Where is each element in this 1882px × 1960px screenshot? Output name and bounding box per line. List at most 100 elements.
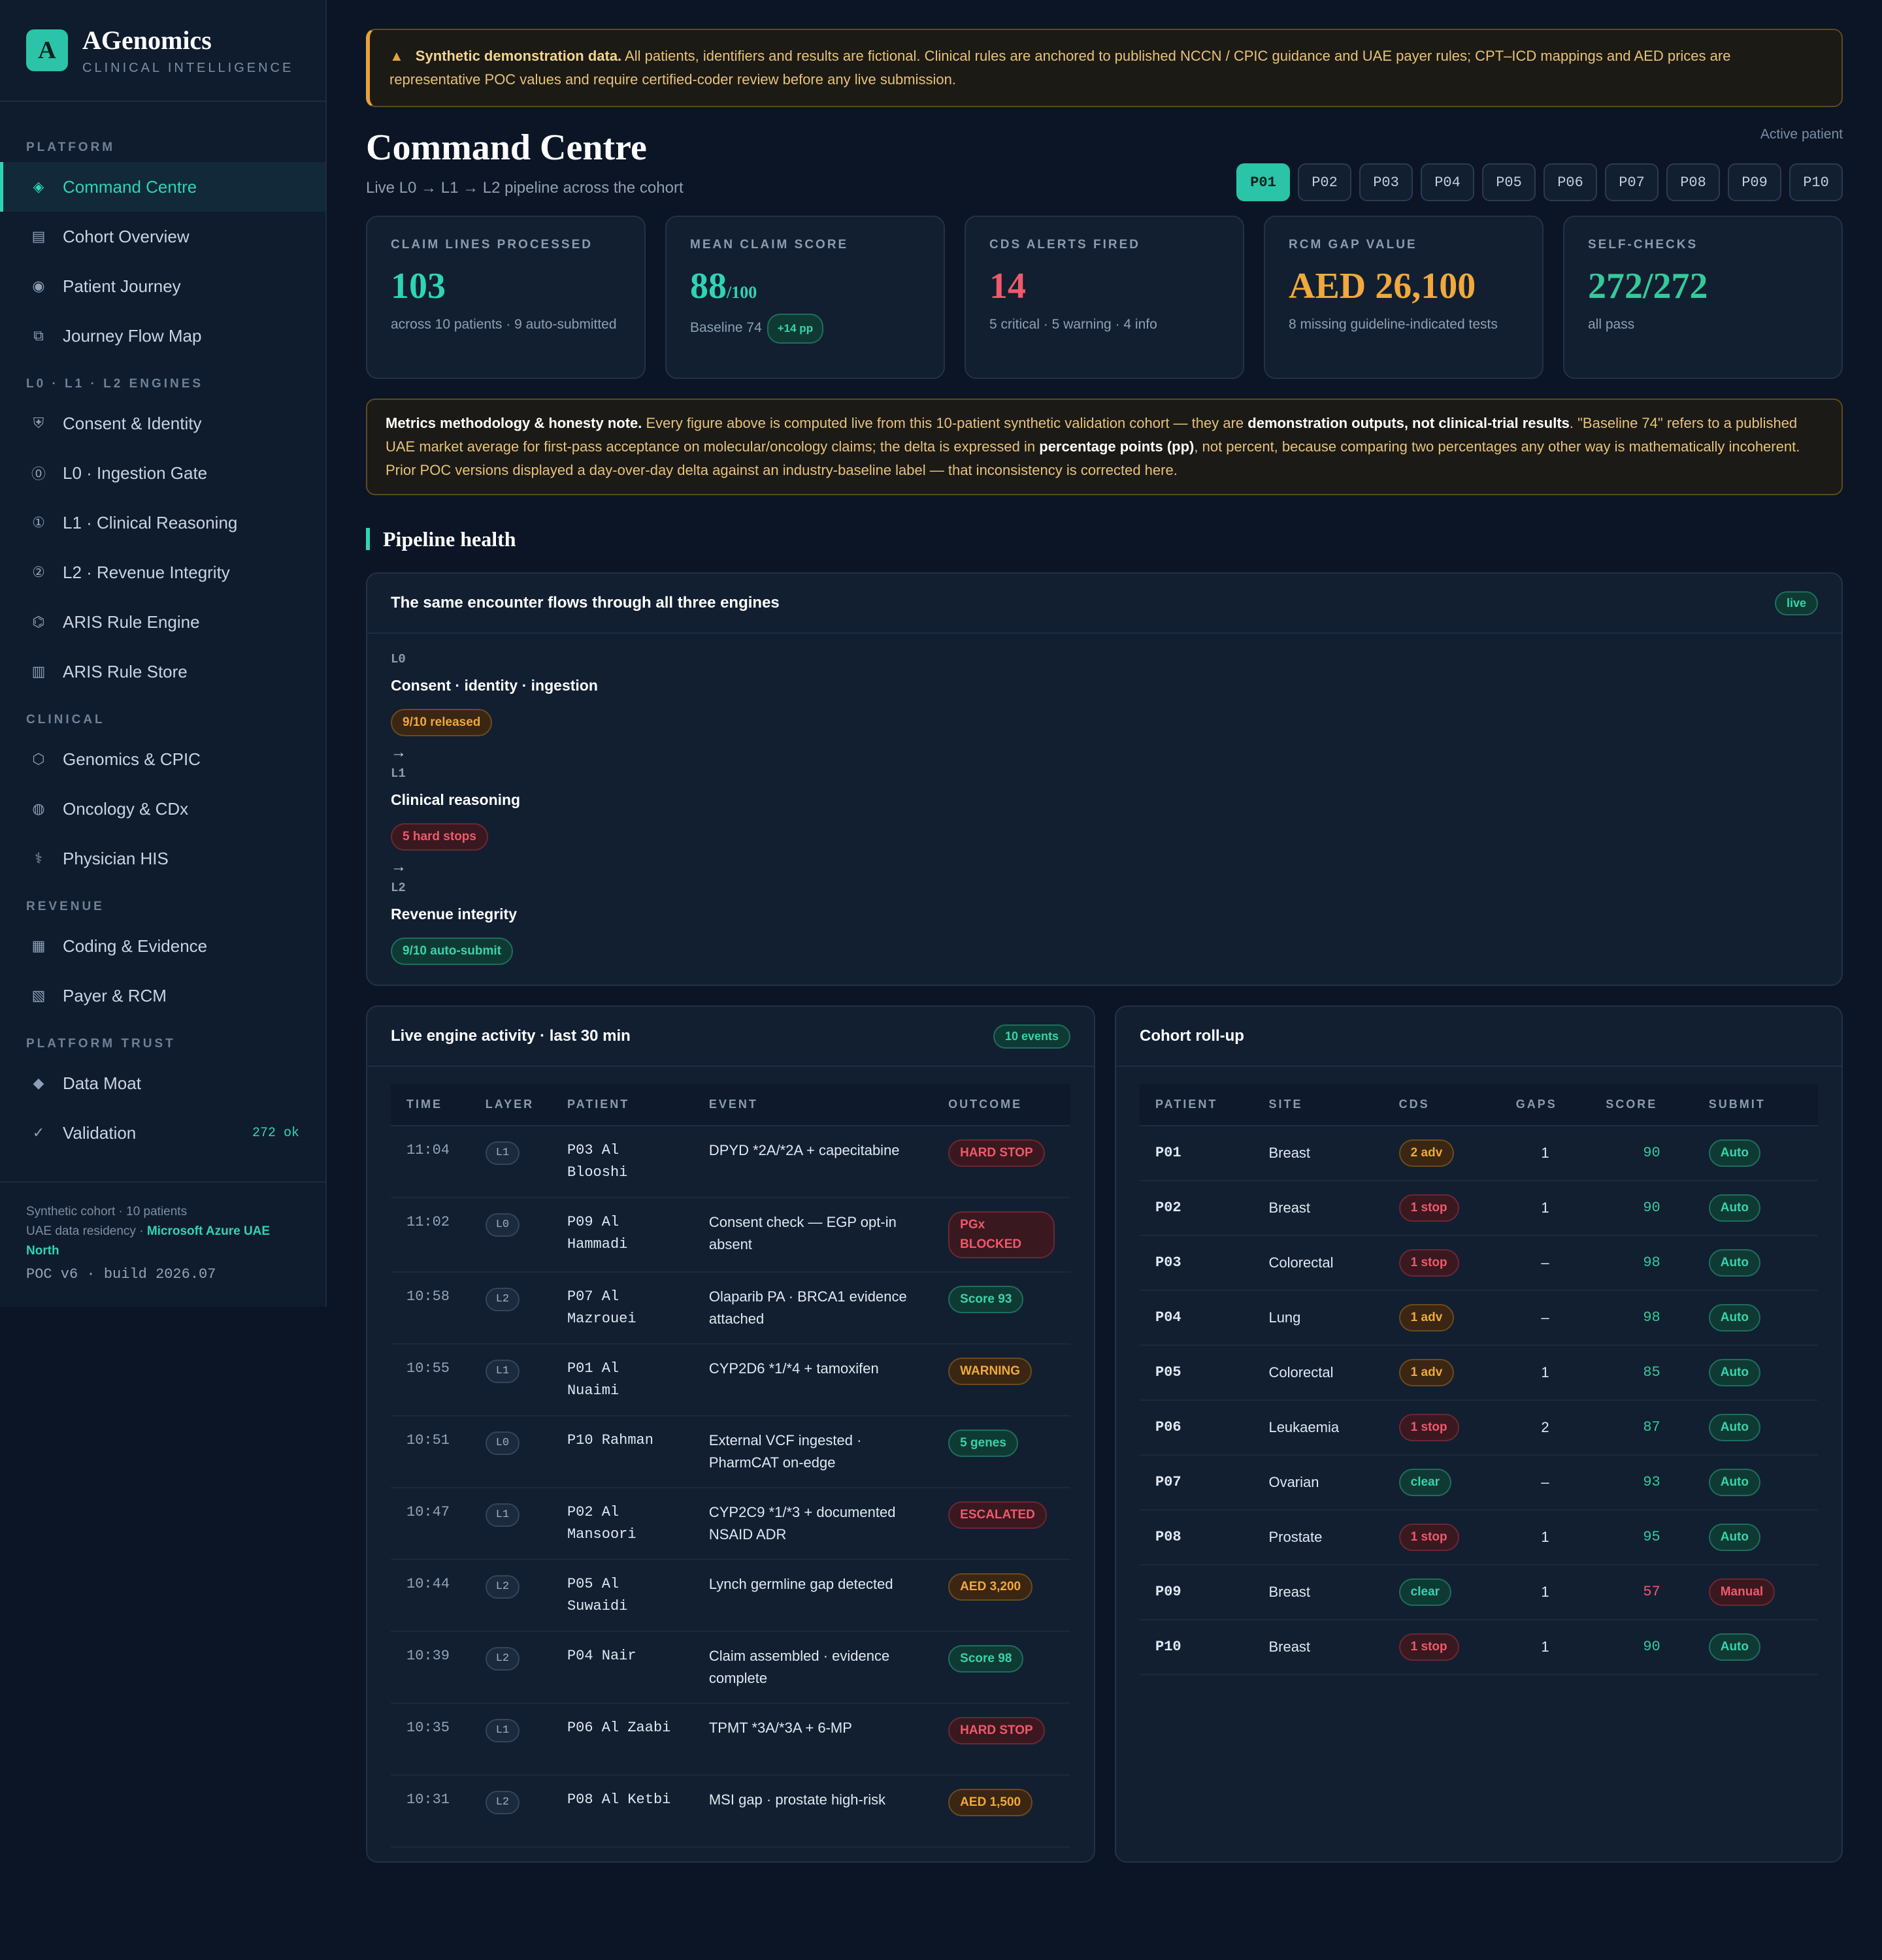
- sidebar-item-l1-clinical-reasoning[interactable]: ① L1 · Clinical Reasoning: [0, 498, 325, 547]
- rollup-site: Colorectal: [1253, 1235, 1383, 1291]
- outcome-badge: WARNING: [948, 1358, 1032, 1385]
- rollup-row-p06[interactable]: P06 Leukaemia 1 stop 2 87 Auto: [1140, 1400, 1818, 1456]
- kpi-value-suffix: /100: [727, 283, 757, 302]
- event-patient: P06 Al Zaabi: [551, 1703, 693, 1776]
- sidebar-item-patient-journey[interactable]: ◉ Patient Journey: [0, 261, 325, 311]
- methodology-note: Metrics methodology & honesty note. Ever…: [366, 399, 1843, 495]
- outcome-badge: Score 98: [948, 1645, 1024, 1673]
- rollup-row-p09[interactable]: P09 Breast clear 1 57 Manual: [1140, 1565, 1818, 1620]
- rollup-patient: P08: [1140, 1510, 1253, 1565]
- patient-pill-p08[interactable]: P08: [1666, 163, 1720, 201]
- sidebar-item-label: Cohort Overview: [63, 226, 190, 246]
- event-outcome-cell: AED 1,500: [933, 1775, 1070, 1848]
- sidebar-item-physician-his[interactable]: ⚕ Physician HIS: [0, 834, 325, 883]
- activity-row[interactable]: 10:51 L0 P10 Rahman External VCF ingested ·…: [391, 1416, 1070, 1488]
- patient-pill-p04[interactable]: P04: [1421, 163, 1474, 201]
- nav-section-l0-l1-l2-engines: L0 · L1 · L2 ENGINES: [26, 377, 204, 391]
- sidebar-item-command-centre[interactable]: ◈ Command Centre: [0, 162, 325, 212]
- rollup-score: 57: [1590, 1565, 1693, 1620]
- rollup-patient: P10: [1140, 1620, 1253, 1675]
- rollup-row-p02[interactable]: P02 Breast 1 stop 1 90 Auto: [1140, 1181, 1818, 1236]
- activity-row[interactable]: 11:02 L0 P09 Al Hammadi Consent check — EGP…: [391, 1198, 1070, 1273]
- rollup-cds-cell: 1 stop: [1383, 1235, 1500, 1291]
- activity-row[interactable]: 10:35 L1 P06 Al Zaabi TPMT *3A/*3A + 6-MP HA…: [391, 1703, 1070, 1776]
- rollup-row-p05[interactable]: P05 Colorectal 1 adv 1 85 Auto: [1140, 1345, 1818, 1401]
- patient-pill-p05[interactable]: P05: [1482, 163, 1536, 201]
- kpi-card-mean-claim-score: MEAN CLAIM SCORE 88/100 Baseline 74 +14 pp: [665, 216, 945, 379]
- rollup-gaps: 1: [1500, 1126, 1591, 1181]
- stage-name: Revenue integrity: [391, 906, 517, 923]
- activity-row[interactable]: 10:55 L1 P01 Al Nuaimi CYP2D6 *1/*4 + tamox…: [391, 1344, 1070, 1416]
- sidebar-item-label: L0 · Ingestion Gate: [63, 463, 208, 483]
- activity-row[interactable]: 10:47 L1 P02 Al Mansoori CYP2C9 *1/*3 + doc…: [391, 1488, 1070, 1560]
- activity-row[interactable]: 10:58 L2 P07 Al Mazrouei Olaparib PA · BRCA…: [391, 1272, 1070, 1345]
- kpi-note-text: 5 critical · 5 warning · 4 info: [989, 317, 1157, 332]
- rollup-score: 90: [1590, 1181, 1693, 1236]
- patient-pill-p09[interactable]: P09: [1728, 163, 1781, 201]
- patient-pill-p07[interactable]: P07: [1605, 163, 1659, 201]
- patient-selector: P01 P02 P03 P04 P05 P06 P07 P08 P09 P10: [1236, 163, 1843, 201]
- activity-card-header: Live engine activity · last 30 min 10 ev…: [367, 1007, 1094, 1067]
- event-outcome-cell: HARD STOP: [933, 1126, 1070, 1198]
- sidebar-item-aris-rule-engine[interactable]: ⌬ ARIS Rule Engine: [0, 597, 325, 647]
- sidebar-item-oncology-cdx[interactable]: ◍ Oncology & CDx: [0, 784, 325, 834]
- kpi-note: 8 missing guideline-indicated tests: [1289, 314, 1519, 336]
- outcome-badge: PGx BLOCKED: [948, 1211, 1055, 1258]
- rollup-score: 93: [1590, 1455, 1693, 1511]
- kpi-row: CLAIM LINES PROCESSED 103 across 10 patien…: [366, 216, 1843, 379]
- patient-pill-p02[interactable]: P02: [1298, 163, 1351, 201]
- sidebar-item-label: Coding & Evidence: [63, 936, 208, 956]
- submit-badge: Auto: [1708, 1249, 1760, 1277]
- rollup-row-p04[interactable]: P04 Lung 1 adv –98 Auto: [1140, 1290, 1818, 1346]
- sidebar-item-journey-flow-map[interactable]: ⧉ Journey Flow Map: [0, 311, 325, 361]
- sidebar-item-coding-evidence[interactable]: ▦ Coding & Evidence: [0, 921, 325, 971]
- event-time: 10:35: [391, 1703, 470, 1776]
- rollup-row-p03[interactable]: P03 Colorectal 1 stop –98 Auto: [1140, 1235, 1818, 1291]
- sidebar-item-consent-identity[interactable]: ⛨ Consent & Identity: [0, 399, 325, 448]
- layer-badge: L1: [485, 1719, 520, 1742]
- event-time: 10:58: [391, 1272, 470, 1345]
- diamond-icon: ◈: [33, 178, 44, 195]
- patient-pill-p06[interactable]: P06: [1544, 163, 1597, 201]
- kpi-note-text: across 10 patients · 9 auto-submitted: [391, 317, 617, 332]
- patient-pill-p01[interactable]: P01: [1236, 163, 1290, 201]
- activity-row[interactable]: 10:39 L2 P04 Nair Claim assembled · evidenc…: [391, 1631, 1070, 1704]
- rollup-cds-cell: 1 adv: [1383, 1290, 1500, 1346]
- sidebar-item-validation[interactable]: ✓ Validation 272 ok: [0, 1108, 325, 1158]
- rollup-score: 87: [1590, 1400, 1693, 1456]
- rollup-row-p08[interactable]: P08 Prostate 1 stop 1 95 Auto: [1140, 1510, 1818, 1565]
- rollup-score: 90: [1590, 1620, 1693, 1675]
- sidebar-item-cohort-overview[interactable]: ▤ Cohort Overview: [0, 212, 325, 261]
- sidebar-item-aris-rule-store[interactable]: ▥ ARIS Rule Store: [0, 647, 325, 696]
- kpi-value-number: 272/272: [1588, 266, 1708, 306]
- sidebar-item-data-moat[interactable]: ◆ Data Moat: [0, 1058, 325, 1108]
- event-time: 10:51: [391, 1416, 470, 1488]
- sidebar-item-payer-rcm[interactable]: ▧ Payer & RCM: [0, 971, 325, 1021]
- rollup-cds-cell: clear: [1383, 1455, 1500, 1511]
- sidebar-item-l0-ingestion-gate[interactable]: ⓪ L0 · Ingestion Gate: [0, 448, 325, 498]
- activity-row[interactable]: 10:31 L2 P08 Al Ketbi MSI gap · prostate hi…: [391, 1775, 1070, 1848]
- patient-pill-p10[interactable]: P10: [1789, 163, 1843, 201]
- rollup-cds-cell: 2 adv: [1383, 1126, 1500, 1181]
- rollup-row-p01[interactable]: P01 Breast 2 adv 1 90 Auto: [1140, 1126, 1818, 1181]
- brand[interactable]: A AGenomics CLINICAL INTELLIGENCE: [0, 0, 325, 102]
- layer-badge: L2: [485, 1647, 520, 1671]
- rollup-row-p07[interactable]: P07 Ovarian clear –93 Auto: [1140, 1455, 1818, 1511]
- cohort-note: Synthetic cohort · 10 patients: [26, 1205, 188, 1218]
- activity-row[interactable]: 11:04 L1 P03 Al Blooshi DPYD *2A/*2A + cape…: [391, 1126, 1070, 1198]
- kpi-note: Baseline 74 +14 pp: [690, 314, 920, 344]
- database-icon: ▥: [31, 663, 46, 679]
- submit-badge: Auto: [1708, 1304, 1760, 1331]
- event-layer-cell: L2: [469, 1775, 552, 1848]
- kpi-card-rcm-gap-value: RCM GAP VALUE AED 26,100 8 missing guideli…: [1264, 216, 1544, 379]
- activity-row[interactable]: 10:44 L2 P05 Al Suwaidi Lynch germline gap …: [391, 1560, 1070, 1632]
- sidebar-item-genomics-cpic[interactable]: ⬡ Genomics & CPIC: [0, 734, 325, 784]
- rollup-gaps: –: [1500, 1455, 1591, 1511]
- flow-arrow-icon: →: [391, 858, 406, 875]
- patient-pill-p03[interactable]: P03: [1359, 163, 1413, 201]
- kpi-value: 14: [989, 265, 1219, 307]
- warning-icon: ▲: [389, 48, 404, 64]
- rollup-patient: P03: [1140, 1235, 1253, 1291]
- rollup-row-p10[interactable]: P10 Breast 1 stop 1 90 Auto: [1140, 1620, 1818, 1675]
- sidebar-item-l2-revenue-integrity[interactable]: ② L2 · Revenue Integrity: [0, 547, 325, 597]
